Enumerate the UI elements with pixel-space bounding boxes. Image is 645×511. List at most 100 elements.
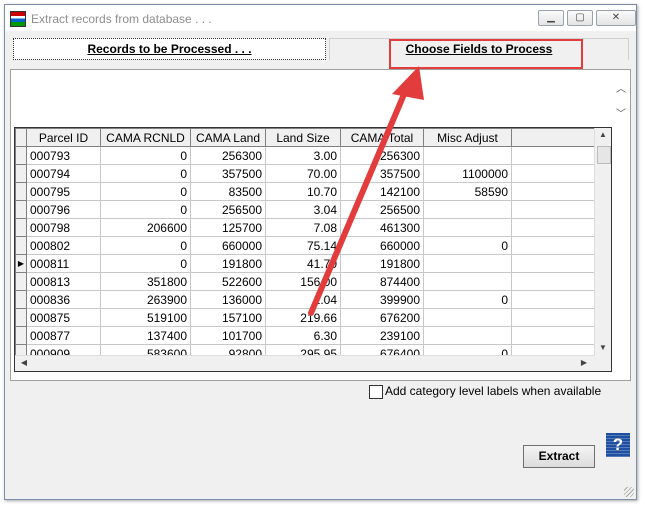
scroll-right-arrow-icon[interactable]: ▶ xyxy=(577,358,591,367)
table-cell[interactable]: 399900 xyxy=(340,290,424,309)
table-cell[interactable]: 6.30 xyxy=(265,326,341,345)
table-cell[interactable]: 1.04 xyxy=(265,290,341,309)
table-cell[interactable]: 70.00 xyxy=(265,164,341,183)
table-cell[interactable]: 000811 xyxy=(26,254,101,273)
table-cell[interactable]: 519100 xyxy=(100,308,191,327)
table-row[interactable]: 000802 0 660000 75.14 660000 0 xyxy=(15,236,600,255)
table-cell[interactable]: 000796 xyxy=(26,200,101,219)
table-cell[interactable]: 157100 xyxy=(190,308,266,327)
table-cell[interactable]: 1100000 xyxy=(423,164,512,183)
table-cell[interactable] xyxy=(423,254,512,273)
close-button[interactable]: ✕ xyxy=(596,10,636,26)
table-cell[interactable]: 000798 xyxy=(26,218,101,237)
scroll-down-icon[interactable]: ﹀ xyxy=(614,105,628,120)
extract-button[interactable]: Extract xyxy=(523,445,595,468)
col-header-cama-total[interactable]: CAMA Total xyxy=(340,128,424,147)
row-selector[interactable] xyxy=(15,326,27,345)
row-selector[interactable]: ▶ xyxy=(15,254,27,273)
scroll-up-icon[interactable]: ︿ xyxy=(614,80,628,95)
row-selector[interactable] xyxy=(15,236,27,255)
table-cell[interactable]: 000794 xyxy=(26,164,101,183)
table-row[interactable]: 000875 519100 157100 219.66 676200 xyxy=(15,308,600,327)
table-cell[interactable] xyxy=(423,146,512,165)
table-row[interactable]: 000794 0 357500 70.00 357500 1100000 xyxy=(15,164,600,183)
table-cell[interactable]: 83500 xyxy=(190,182,266,201)
table-row[interactable]: ▶ 000811 0 191800 41.70 191800 xyxy=(15,254,600,273)
table-cell[interactable]: 0 xyxy=(423,236,512,255)
table-cell[interactable]: 256300 xyxy=(190,146,266,165)
table-cell[interactable]: 101700 xyxy=(190,326,266,345)
row-selector[interactable] xyxy=(15,218,27,237)
table-cell[interactable]: 000793 xyxy=(26,146,101,165)
table-cell[interactable]: 142100 xyxy=(340,182,424,201)
row-selector[interactable] xyxy=(15,272,27,291)
table-cell[interactable] xyxy=(423,218,512,237)
table-cell[interactable]: 191800 xyxy=(340,254,424,273)
col-header-land-size[interactable]: Land Size xyxy=(265,128,341,147)
table-cell[interactable]: 522600 xyxy=(190,272,266,291)
table-cell[interactable]: 256500 xyxy=(190,200,266,219)
table-cell[interactable]: 874400 xyxy=(340,272,424,291)
table-cell[interactable]: 0 xyxy=(100,254,191,273)
tab-records-to-be-processed[interactable]: Records to be Processed . . . xyxy=(13,38,326,60)
col-header-cama-rcnld[interactable]: CAMA RCNLD xyxy=(100,128,191,147)
table-row[interactable]: 000813 351800 522600 156.00 874400 xyxy=(15,272,600,291)
table-cell[interactable]: 357500 xyxy=(340,164,424,183)
resize-grip-icon[interactable] xyxy=(624,487,634,497)
table-cell[interactable]: 256500 xyxy=(340,200,424,219)
table-cell[interactable] xyxy=(423,200,512,219)
table-cell[interactable]: 000795 xyxy=(26,182,101,201)
scroll-down-arrow-icon[interactable]: ▼ xyxy=(596,343,610,352)
table-row[interactable]: 000798 206600 125700 7.08 461300 xyxy=(15,218,600,237)
category-labels-checkbox[interactable] xyxy=(369,385,383,399)
scroll-up-arrow-icon[interactable]: ▲ xyxy=(596,130,610,139)
table-cell[interactable]: 156.00 xyxy=(265,272,341,291)
table-cell[interactable]: 10.70 xyxy=(265,182,341,201)
row-selector[interactable] xyxy=(15,146,27,165)
table-row[interactable]: 000793 0 256300 3.00 256300 xyxy=(15,146,600,165)
table-cell[interactable]: 75.14 xyxy=(265,236,341,255)
table-cell[interactable]: 219.66 xyxy=(265,308,341,327)
table-cell[interactable]: 0 xyxy=(100,146,191,165)
minimize-button[interactable]: ▁ xyxy=(538,10,564,26)
row-selector[interactable] xyxy=(15,308,27,327)
table-cell[interactable]: 58590 xyxy=(423,182,512,201)
table-cell[interactable]: 000802 xyxy=(26,236,101,255)
table-cell[interactable]: 000836 xyxy=(26,290,101,309)
row-selector[interactable] xyxy=(15,200,27,219)
table-cell[interactable]: 263900 xyxy=(100,290,191,309)
table-cell[interactable]: 125700 xyxy=(190,218,266,237)
table-cell[interactable]: 0 xyxy=(100,164,191,183)
grid-horizontal-scrollbar[interactable]: ◀ ▶ xyxy=(15,355,595,371)
scroll-left-arrow-icon[interactable]: ◀ xyxy=(17,358,31,367)
table-cell[interactable]: 461300 xyxy=(340,218,424,237)
table-row[interactable]: 000795 0 83500 10.70 142100 58590 xyxy=(15,182,600,201)
col-header-misc-adjust[interactable]: Misc Adjust xyxy=(423,128,512,147)
table-cell[interactable]: 136000 xyxy=(190,290,266,309)
row-selector[interactable] xyxy=(15,182,27,201)
table-cell[interactable]: 000875 xyxy=(26,308,101,327)
scroll-thumb[interactable] xyxy=(597,146,611,164)
table-row[interactable]: 000836 263900 136000 1.04 399900 0 xyxy=(15,290,600,309)
table-cell[interactable]: 3.04 xyxy=(265,200,341,219)
grid-vertical-scrollbar[interactable]: ▲ ▼ xyxy=(594,128,611,356)
table-cell[interactable]: 000877 xyxy=(26,326,101,345)
upper-scroll[interactable]: ︿ ﹀ xyxy=(614,74,628,122)
table-cell[interactable]: 357500 xyxy=(190,164,266,183)
table-cell[interactable]: 000813 xyxy=(26,272,101,291)
row-selector[interactable] xyxy=(15,164,27,183)
maximize-button[interactable]: ▢ xyxy=(567,10,593,26)
table-cell[interactable]: 0 xyxy=(100,182,191,201)
table-cell[interactable]: 41.70 xyxy=(265,254,341,273)
table-cell[interactable]: 0 xyxy=(100,236,191,255)
table-row[interactable]: 000877 137400 101700 6.30 239100 xyxy=(15,326,600,345)
table-cell[interactable] xyxy=(423,326,512,345)
table-cell[interactable]: 137400 xyxy=(100,326,191,345)
table-cell[interactable]: 7.08 xyxy=(265,218,341,237)
table-cell[interactable]: 239100 xyxy=(340,326,424,345)
table-cell[interactable]: 676200 xyxy=(340,308,424,327)
table-cell[interactable]: 191800 xyxy=(190,254,266,273)
table-cell[interactable] xyxy=(423,308,512,327)
table-row[interactable]: 000796 0 256500 3.04 256500 xyxy=(15,200,600,219)
table-cell[interactable]: 3.00 xyxy=(265,146,341,165)
